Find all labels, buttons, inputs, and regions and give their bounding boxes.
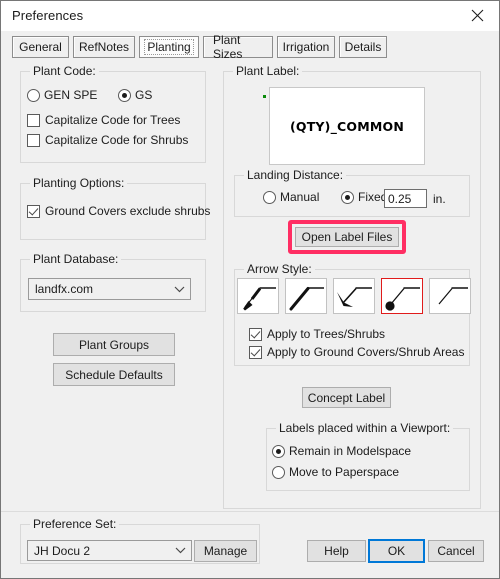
landing-distance-units: in.	[433, 192, 446, 206]
arrow-style-dot-terminator-icon[interactable]	[381, 278, 423, 314]
tab-planting-label: Planting	[144, 39, 194, 55]
help-button[interactable]: Help	[307, 540, 366, 562]
plant-database-value: landfx.com	[35, 282, 94, 296]
radio-move-paperspace-label: Move to Paperspace	[289, 465, 400, 479]
ok-button[interactable]: OK	[368, 539, 425, 563]
close-icon[interactable]	[455, 1, 499, 30]
radio-gs-indicator	[118, 88, 131, 102]
plant-database-combobox[interactable]: landfx.com	[28, 278, 191, 300]
checkbox-capitalize-trees[interactable]: Capitalize Code for Trees	[27, 113, 180, 127]
schedule-defaults-button-label: Schedule Defaults	[65, 367, 163, 382]
plant-label-group-title: Plant Label:	[233, 64, 303, 78]
cancel-button-label: Cancel	[437, 544, 475, 558]
radio-gs[interactable]: GS	[118, 88, 152, 102]
plant-label-preview: (QTY)_COMMON	[263, 87, 425, 165]
checkbox-apply-groundcovers-shrub-areas-label: Apply to Ground Covers/Shrub Areas	[267, 345, 465, 359]
arrow-style-thin-taper-icon[interactable]	[285, 278, 327, 314]
cancel-button[interactable]: Cancel	[428, 540, 484, 562]
checkbox-apply-groundcovers-shrub-areas-indicator	[249, 345, 262, 359]
checkbox-apply-groundcovers-shrub-areas[interactable]: Apply to Ground Covers/Shrub Areas	[249, 345, 464, 359]
concept-label-button-label: Concept Label	[307, 390, 386, 405]
help-button-label: Help	[324, 544, 349, 558]
radio-remain-modelspace[interactable]: Remain in Modelspace	[272, 444, 411, 458]
plant-code-group-title: Plant Code:	[30, 64, 99, 78]
plant-label-preview-dot-icon	[263, 95, 266, 98]
arrow-style-group-title: Arrow Style:	[244, 262, 315, 276]
tab-strip: General RefNotes Planting Plant Sizes Ir…	[1, 31, 499, 62]
arrow-style-hooked-barb-icon[interactable]	[333, 278, 375, 314]
radio-gen-spe-indicator	[27, 88, 40, 102]
plant-database-group-title: Plant Database:	[30, 252, 122, 266]
preference-set-value: JH Docu 2	[34, 543, 91, 558]
preference-set-group-title: Preference Set:	[30, 517, 120, 531]
tab-details-label: Details	[344, 40, 382, 54]
checkbox-groundcovers-exclude-shrubs[interactable]: Ground Covers exclude shrubs	[27, 204, 210, 218]
preference-set-combobox[interactable]: JH Docu 2	[27, 540, 192, 561]
radio-move-paperspace-indicator	[272, 465, 285, 479]
plant-label-preview-text: (QTY)_COMMON	[289, 118, 405, 134]
checkbox-apply-trees-shrubs-indicator	[249, 327, 262, 341]
checkbox-apply-trees-shrubs[interactable]: Apply to Trees/Shrubs	[249, 327, 385, 341]
manage-button[interactable]: Manage	[194, 540, 257, 562]
radio-gen-spe[interactable]: GEN SPE	[27, 88, 97, 102]
radio-gen-spe-label: GEN SPE	[44, 88, 98, 102]
landing-fixed-input[interactable]: 0.25	[384, 189, 427, 208]
concept-label-button[interactable]: Concept Label	[302, 387, 391, 408]
title-bar: Preferences	[1, 1, 499, 32]
viewport-labels-group: Labels placed within a Viewport:	[266, 421, 470, 491]
checkbox-apply-trees-shrubs-label: Apply to Trees/Shrubs	[267, 327, 386, 341]
checkbox-capitalize-trees-indicator	[27, 113, 40, 127]
ok-button-label: OK	[387, 544, 406, 558]
manage-button-label: Manage	[203, 544, 248, 558]
dialog-body: Plant Code: GEN SPE GS Capitalize Code f…	[1, 62, 499, 578]
tab-details[interactable]: Details	[339, 36, 387, 58]
chevron-down-icon[interactable]	[168, 286, 190, 293]
tab-refnotes-label: RefNotes	[78, 40, 130, 54]
tab-general-label: General	[19, 40, 62, 54]
radio-gs-label: GS	[135, 88, 153, 102]
window-title: Preferences	[12, 8, 84, 23]
radio-landing-manual-indicator	[263, 190, 276, 204]
checkbox-capitalize-shrubs-indicator	[27, 133, 40, 147]
landing-distance-group-title: Landing Distance:	[244, 168, 347, 182]
checkbox-groundcovers-exclude-shrubs-label: Ground Covers exclude shrubs	[45, 204, 211, 218]
tab-irrigation[interactable]: Irrigation	[277, 36, 335, 58]
arrow-style-filled-taper-icon[interactable]	[237, 278, 279, 314]
tab-planting[interactable]: Planting	[139, 36, 199, 58]
radio-move-paperspace[interactable]: Move to Paperspace	[272, 465, 399, 479]
tab-plant-sizes-label: Plant Sizes	[213, 33, 243, 61]
plant-groups-button[interactable]: Plant Groups	[53, 333, 175, 356]
tab-plant-sizes[interactable]: Plant Sizes	[203, 33, 273, 61]
open-label-files-button[interactable]: Open Label Files	[295, 227, 399, 247]
checkbox-capitalize-trees-label: Capitalize Code for Trees	[45, 113, 181, 127]
open-label-files-button-label: Open Label Files	[301, 230, 393, 244]
arrow-style-plain-line-icon[interactable]	[429, 278, 471, 314]
checkbox-groundcovers-exclude-shrubs-indicator	[27, 204, 40, 218]
viewport-labels-group-title: Labels placed within a Viewport:	[276, 421, 454, 435]
plant-groups-button-label: Plant Groups	[78, 337, 150, 352]
schedule-defaults-button[interactable]: Schedule Defaults	[53, 363, 175, 386]
checkbox-capitalize-shrubs-label: Capitalize Code for Shrubs	[45, 133, 189, 147]
planting-options-group-title: Planting Options:	[30, 176, 128, 190]
radio-landing-manual-label: Manual	[280, 190, 320, 204]
landing-fixed-value: 0.25	[388, 191, 412, 206]
preferences-dialog: Preferences General RefNotes Planting Pl…	[0, 0, 500, 579]
tab-general[interactable]: General	[12, 36, 69, 58]
tab-irrigation-label: Irrigation	[282, 40, 330, 54]
radio-landing-fixed-indicator	[341, 190, 354, 204]
tab-refnotes[interactable]: RefNotes	[73, 36, 135, 58]
radio-landing-manual[interactable]: Manual	[263, 190, 319, 204]
chevron-down-icon[interactable]	[169, 547, 191, 554]
checkbox-capitalize-shrubs[interactable]: Capitalize Code for Shrubs	[27, 133, 188, 147]
radio-remain-modelspace-indicator	[272, 444, 285, 458]
radio-remain-modelspace-label: Remain in Modelspace	[289, 444, 412, 458]
footer-separator	[1, 511, 499, 512]
